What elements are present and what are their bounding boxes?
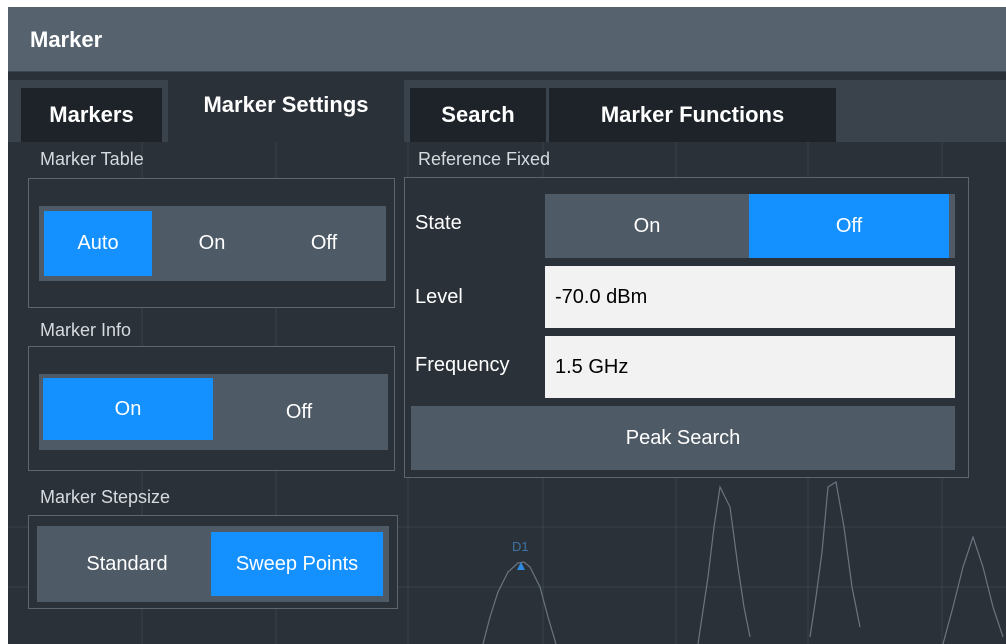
marker-stepsize-label: Marker Stepsize — [40, 487, 171, 507]
marker-stepsize-standard-option[interactable]: Standard — [47, 526, 207, 602]
tab-markers[interactable]: Markers — [21, 88, 162, 142]
reference-fixed-label: Reference Fixed — [418, 149, 551, 169]
reference-fixed-group: State On Off Level -70.0 dBm Frequency 1… — [404, 177, 969, 478]
state-toggle: On Off — [545, 194, 955, 258]
marker-info-group: On Off — [28, 346, 395, 471]
tab-bar: Markers Marker Settings Search Marker Fu… — [8, 80, 1006, 142]
marker-table-auto-option[interactable]: Auto — [44, 211, 152, 276]
marker-stepsize-group: Standard Sweep Points — [28, 515, 398, 609]
marker-info-on-option[interactable]: On — [43, 378, 213, 440]
level-label: Level — [415, 286, 463, 308]
level-input[interactable]: -70.0 dBm — [545, 266, 955, 328]
dialog-title: Marker — [30, 27, 103, 52]
marker-info-toggle: On Off — [39, 374, 388, 450]
marker-info-off-option[interactable]: Off — [219, 374, 379, 450]
peak-search-button[interactable]: Peak Search — [411, 406, 955, 470]
state-label: State — [415, 212, 462, 234]
marker-table-on-option[interactable]: On — [162, 206, 262, 281]
marker-dialog: D1 Marker Markers Marker Settings Search… — [8, 7, 1006, 644]
state-off-option[interactable]: Off — [749, 194, 949, 258]
marker-info-label: Marker Info — [40, 320, 132, 340]
tab-search[interactable]: Search — [410, 88, 546, 142]
tab-marker-functions[interactable]: Marker Functions — [549, 88, 836, 142]
title-bar: Marker — [8, 7, 1006, 72]
marker-table-off-option[interactable]: Off — [269, 206, 379, 281]
marker-stepsize-toggle: Standard Sweep Points — [37, 526, 389, 602]
frequency-input[interactable]: 1.5 GHz — [545, 336, 955, 398]
marker-table-toggle: Auto On Off — [39, 206, 386, 281]
frequency-label: Frequency — [415, 354, 510, 376]
state-on-option[interactable]: On — [545, 194, 749, 258]
marker-table-group: Auto On Off — [28, 178, 395, 308]
marker-stepsize-sweep-points-option[interactable]: Sweep Points — [211, 532, 383, 596]
marker-d1-label: D1 — [512, 539, 529, 554]
marker-table-label: Marker Table — [40, 149, 144, 169]
tab-marker-settings[interactable]: Marker Settings — [168, 80, 404, 142]
